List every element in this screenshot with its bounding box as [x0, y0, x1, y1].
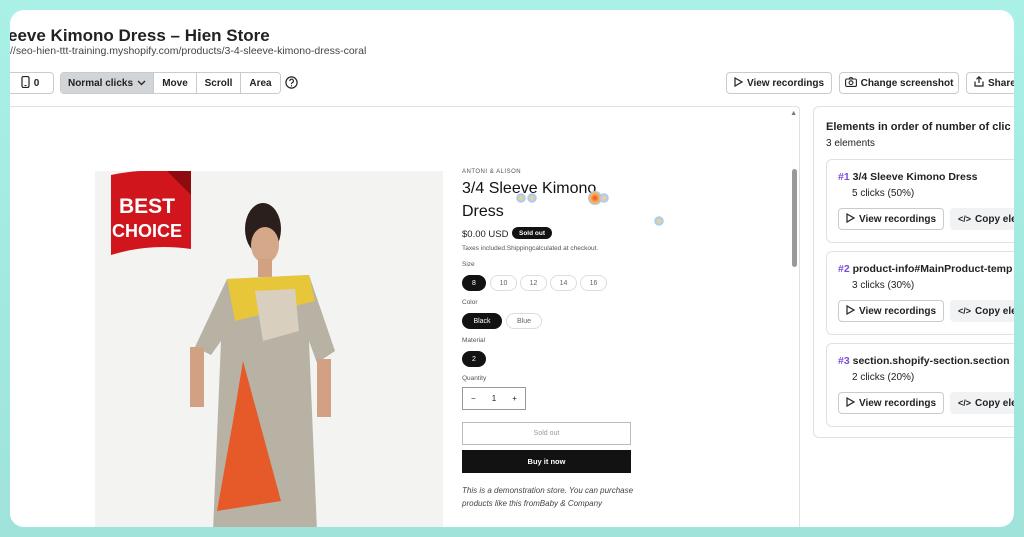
heatmap-preview[interactable]: ▲ BEST CHOICE ANTONI & ALISON 3/4 Sleeve…: [10, 106, 800, 527]
device-count: 0: [33, 77, 40, 89]
click-heat-spot: [599, 193, 609, 203]
code-icon: </>: [958, 214, 972, 224]
element-clicks: 5 clicks (50%): [852, 188, 915, 199]
material-label: Material: [462, 337, 486, 344]
color-option[interactable]: Blue: [506, 313, 542, 329]
page-title: eeve Kimono Dress – Hien Store: [10, 26, 270, 45]
product-image: BEST CHOICE: [95, 171, 443, 527]
mobile-icon: [21, 75, 30, 91]
sold-out-badge: Sold out: [512, 227, 552, 239]
size-option[interactable]: 8: [462, 275, 486, 291]
device-selector[interactable]: 0: [10, 72, 54, 94]
product-description: This is a demonstration store. You can p…: [462, 486, 634, 508]
plus-button[interactable]: +: [512, 394, 517, 403]
code-icon: </>: [958, 306, 972, 316]
size-option[interactable]: 10: [490, 275, 517, 291]
buy-it-now-button[interactable]: Buy it now: [462, 450, 631, 473]
product-price: $0.00 USD: [462, 229, 509, 240]
normal-clicks-dropdown[interactable]: Normal clicks: [61, 73, 154, 93]
view-recordings-label: View recordings: [858, 213, 937, 225]
color-label: Color: [462, 299, 478, 306]
click-heat-spot: [654, 216, 664, 226]
ribbon-line-2: CHOICE: [112, 221, 182, 241]
copy-element-label: Copy ele: [975, 213, 1014, 225]
code-icon: </>: [958, 398, 972, 408]
copy-element-button[interactable]: </> Copy ele: [950, 392, 1014, 414]
element-rank: #1: [838, 171, 850, 183]
share-icon: [974, 75, 984, 90]
ribbon-line-1: BEST: [119, 195, 175, 218]
click-heat-spot: [527, 193, 537, 203]
size-option[interactable]: 12: [520, 275, 547, 291]
page-url: //seo-hien-ttt-training.myshopify.com/pr…: [10, 45, 367, 57]
element-rank: #3: [838, 355, 850, 367]
product-vendor: ANTONI & ALISON: [462, 169, 522, 175]
material-option[interactable]: 2: [462, 351, 486, 367]
scroll-mode-button[interactable]: Scroll: [197, 73, 241, 93]
view-recordings-label: View recordings: [858, 305, 937, 317]
question-circle-icon[interactable]: [285, 76, 298, 94]
element-rank: #2: [838, 263, 850, 275]
element-card: #1 3/4 Sleeve Kimono Dress 5 clicks (50%…: [826, 159, 1014, 243]
minus-button[interactable]: −: [471, 394, 476, 403]
share-label: Share: [988, 77, 1014, 89]
tax-note: Taxes included.Shippingcalculated at che…: [462, 245, 599, 252]
move-mode-button[interactable]: Move: [154, 73, 197, 93]
play-icon: [846, 212, 856, 226]
toolbar: 0 Normal clicks Move Scroll Area View re…: [10, 72, 1014, 94]
chevron-down-icon: [137, 78, 146, 89]
size-option[interactable]: 14: [550, 275, 577, 291]
size-label: Size: [462, 261, 475, 268]
normal-clicks-label: Normal clicks: [67, 77, 134, 89]
panel-count: 3 elements: [826, 138, 875, 149]
view-recordings-label: View recordings: [858, 397, 937, 409]
quantity-label: Quantity: [462, 375, 487, 382]
area-mode-button[interactable]: Area: [241, 73, 280, 93]
element-card: #3 section.shopify-section.section 2 cli…: [826, 343, 1014, 427]
share-button[interactable]: Share: [966, 72, 1014, 94]
camera-icon: [844, 76, 857, 90]
view-recordings-button[interactable]: View recordings: [726, 72, 832, 94]
play-icon: [846, 304, 856, 318]
element-name: section.shopify-section.section: [852, 355, 1010, 367]
play-icon: [734, 76, 744, 90]
view-recordings-button[interactable]: View recordings: [838, 300, 944, 322]
change-screenshot-button[interactable]: Change screenshot: [839, 72, 959, 94]
copy-element-label: Copy ele: [975, 397, 1014, 409]
best-choice-ribbon: BEST CHOICE: [111, 171, 191, 255]
view-recordings-button[interactable]: View recordings: [838, 208, 944, 230]
click-heat-spot: [516, 193, 526, 203]
sold-out-button[interactable]: Sold out: [462, 422, 631, 445]
view-recordings-label: View recordings: [746, 77, 825, 89]
quantity-stepper[interactable]: − 1 +: [462, 387, 526, 410]
element-name: product-info#MainProduct-temp: [852, 263, 1013, 275]
change-screenshot-label: Change screenshot: [860, 77, 954, 89]
panel-title: Elements in order of number of clic: [826, 121, 1011, 133]
element-card: #2 product-info#MainProduct-temp 3 click…: [826, 251, 1014, 335]
copy-element-button[interactable]: </> Copy ele: [950, 300, 1014, 322]
color-option[interactable]: Black: [462, 313, 502, 329]
element-clicks: 3 clicks (30%): [852, 280, 915, 291]
app-window: eeve Kimono Dress – Hien Store //seo-hie…: [10, 10, 1014, 527]
copy-element-label: Copy ele: [975, 305, 1014, 317]
play-icon: [846, 396, 856, 410]
quantity-value[interactable]: 1: [492, 394, 496, 403]
size-option[interactable]: 16: [580, 275, 607, 291]
scroll-up-arrow-icon[interactable]: ▲: [790, 110, 797, 117]
click-mode-group: Normal clicks Move Scroll Area: [60, 72, 281, 94]
copy-element-button[interactable]: </> Copy ele: [950, 208, 1014, 230]
preview-scrollbar[interactable]: [792, 169, 797, 267]
element-clicks: 2 clicks (20%): [852, 372, 915, 383]
element-name: 3/4 Sleeve Kimono Dress: [852, 171, 978, 183]
view-recordings-button[interactable]: View recordings: [838, 392, 944, 414]
elements-panel: Elements in order of number of clic 3 el…: [813, 106, 1014, 438]
